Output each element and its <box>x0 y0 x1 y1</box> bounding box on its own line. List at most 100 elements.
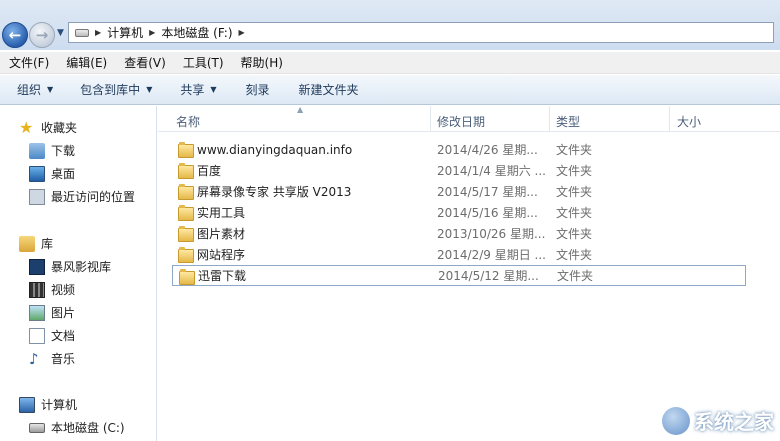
back-button[interactable]: ← <box>2 22 28 48</box>
address-toolbar: ← → ▼ ▶ 计算机 ▶ 本地磁盘 (F:) ▶ <box>0 0 780 50</box>
drive-icon <box>29 422 45 433</box>
folder-icon <box>178 142 194 158</box>
file-date: 2014/1/4 星期六 ... <box>437 164 546 178</box>
file-row[interactable]: 图片素材 2013/10/26 星期... 文件夹 <box>172 223 746 244</box>
breadcrumb-separator-icon[interactable]: ▶ <box>239 28 245 37</box>
file-row-selected[interactable]: 迅雷下载 2014/5/12 星期... 文件夹 <box>172 265 746 286</box>
include-in-library-button[interactable]: 包含到库中 ▼ <box>80 81 152 98</box>
burn-button[interactable]: 刻录 <box>246 81 270 98</box>
nav-item-baofeng-library[interactable]: 暴风影视库 <box>29 258 111 275</box>
nav-item-recent-places[interactable]: 最近访问的位置 <box>29 188 135 205</box>
column-divider[interactable] <box>669 106 670 132</box>
watermark-logo-icon <box>662 406 690 435</box>
include-in-library-label: 包含到库中 <box>80 83 141 97</box>
folder-icon <box>178 163 194 179</box>
nav-favorites-label: 收藏夹 <box>41 121 78 135</box>
breadcrumb-separator-icon[interactable]: ▶ <box>149 28 155 37</box>
file-name: 网站程序 <box>197 248 246 262</box>
file-name: 百度 <box>197 164 222 178</box>
file-date: 2014/4/26 星期... <box>437 143 538 157</box>
file-row[interactable]: 百度 2014/1/4 星期六 ... 文件夹 <box>172 160 746 181</box>
column-header-date[interactable]: 修改日期 <box>437 113 485 130</box>
file-name: www.dianyingdaquan.info <box>197 142 353 157</box>
dropdown-caret-icon: ▼ <box>47 85 54 94</box>
column-header-name[interactable]: 名称 <box>176 113 200 130</box>
recent-places-icon <box>29 188 45 205</box>
file-date: 2014/5/16 星期... <box>437 206 538 220</box>
menu-bar: 文件(F) 编辑(E) 查看(V) 工具(T) 帮助(H) <box>0 52 780 74</box>
breadcrumb-computer[interactable]: 计算机 <box>107 24 143 41</box>
nav-item-label: 暴风影视库 <box>51 260 112 274</box>
file-type: 文件夹 <box>556 185 593 199</box>
nav-item-videos[interactable]: 视频 <box>29 281 75 298</box>
menu-tools[interactable]: 工具(T) <box>183 54 224 71</box>
address-bar[interactable]: ▶ 计算机 ▶ 本地磁盘 (F:) ▶ <box>68 22 774 43</box>
file-list-pane: ▲ 名称 修改日期 类型 大小 www.dianyingdaquan.info … <box>158 105 780 441</box>
sort-indicator-icon: ▲ <box>297 105 304 114</box>
recent-pages-dropdown-icon[interactable]: ▼ <box>57 28 64 38</box>
file-type: 文件夹 <box>556 206 593 220</box>
organize-button[interactable]: 组织 ▼ <box>17 81 53 98</box>
share-label: 共享 <box>180 83 205 97</box>
file-date: 2014/5/12 星期... <box>438 269 539 283</box>
nav-item-local-disk-c[interactable]: 本地磁盘 (C:) <box>29 419 125 436</box>
desktop-icon <box>29 165 45 182</box>
computer-icon <box>19 396 35 413</box>
menu-file[interactable]: 文件(F) <box>9 54 49 71</box>
nav-item-label: 音乐 <box>51 352 76 366</box>
nav-item-music[interactable]: ♪ 音乐 <box>29 350 75 367</box>
file-type: 文件夹 <box>556 227 593 241</box>
column-divider[interactable] <box>549 106 550 132</box>
nav-computer[interactable]: 计算机 <box>19 396 77 413</box>
file-name: 屏幕录像专家 共享版 V2013 <box>197 185 352 199</box>
file-row[interactable]: 实用工具 2014/5/16 星期... 文件夹 <box>172 202 746 223</box>
nav-item-label: 视频 <box>51 283 76 297</box>
column-header-size[interactable]: 大小 <box>677 113 701 130</box>
column-header-type[interactable]: 类型 <box>556 113 580 130</box>
file-type: 文件夹 <box>556 248 593 262</box>
file-row[interactable]: 网站程序 2014/2/9 星期日 ... 文件夹 <box>172 244 746 265</box>
nav-item-label: 最近访问的位置 <box>51 190 136 204</box>
file-row[interactable]: www.dianyingdaquan.info 2014/4/26 星期... … <box>172 139 746 160</box>
column-divider[interactable] <box>430 106 431 132</box>
music-note-icon: ♪ <box>29 349 39 368</box>
new-folder-button[interactable]: 新建文件夹 <box>299 81 359 98</box>
nav-item-label: 文档 <box>51 329 76 343</box>
file-name: 图片素材 <box>197 227 246 241</box>
file-name: 实用工具 <box>197 206 246 220</box>
menu-view[interactable]: 查看(V) <box>124 54 166 71</box>
forward-button[interactable]: → <box>29 22 55 48</box>
column-header-row: ▲ 名称 修改日期 类型 大小 <box>158 105 780 132</box>
folder-icon <box>178 247 194 263</box>
dropdown-caret-icon: ▼ <box>210 85 217 94</box>
video-library-icon <box>29 258 45 275</box>
file-date: 2014/2/9 星期日 ... <box>437 248 546 262</box>
organize-label: 组织 <box>17 83 42 97</box>
nav-item-pictures[interactable]: 图片 <box>29 304 75 321</box>
nav-libraries[interactable]: 库 <box>19 235 53 252</box>
breadcrumb-separator-icon[interactable]: ▶ <box>95 28 101 37</box>
share-button[interactable]: 共享 ▼ <box>180 81 216 98</box>
forward-arrow-icon: → <box>35 26 49 44</box>
command-bar: 组织 ▼ 包含到库中 ▼ 共享 ▼ 刻录 新建文件夹 <box>0 75 780 105</box>
navigation-pane: ★ 收藏夹 下载 桌面 最近访问的位置 库 暴风影视库 视频 图片 文档 ♪ 音… <box>0 106 157 441</box>
star-icon: ★ <box>19 117 34 137</box>
folder-icon <box>178 184 194 200</box>
nav-item-desktop[interactable]: 桌面 <box>29 165 75 182</box>
menu-help[interactable]: 帮助(H) <box>241 54 283 71</box>
nav-favorites[interactable]: ★ 收藏夹 <box>19 119 77 136</box>
downloads-folder-icon <box>29 142 45 159</box>
nav-item-label: 图片 <box>51 306 76 320</box>
folder-icon <box>178 205 194 221</box>
file-type: 文件夹 <box>556 143 593 157</box>
nav-libraries-label: 库 <box>41 237 54 251</box>
file-date: 2013/10/26 星期... <box>437 227 546 241</box>
file-type: 文件夹 <box>556 164 593 178</box>
breadcrumb-drive[interactable]: 本地磁盘 (F:) <box>161 24 232 41</box>
nav-item-downloads[interactable]: 下载 <box>29 142 75 159</box>
menu-edit[interactable]: 编辑(E) <box>66 54 107 71</box>
document-icon <box>29 327 45 344</box>
file-row[interactable]: 屏幕录像专家 共享版 V2013 2014/5/17 星期... 文件夹 <box>172 181 746 202</box>
nav-computer-label: 计算机 <box>41 398 78 412</box>
nav-item-documents[interactable]: 文档 <box>29 327 75 344</box>
